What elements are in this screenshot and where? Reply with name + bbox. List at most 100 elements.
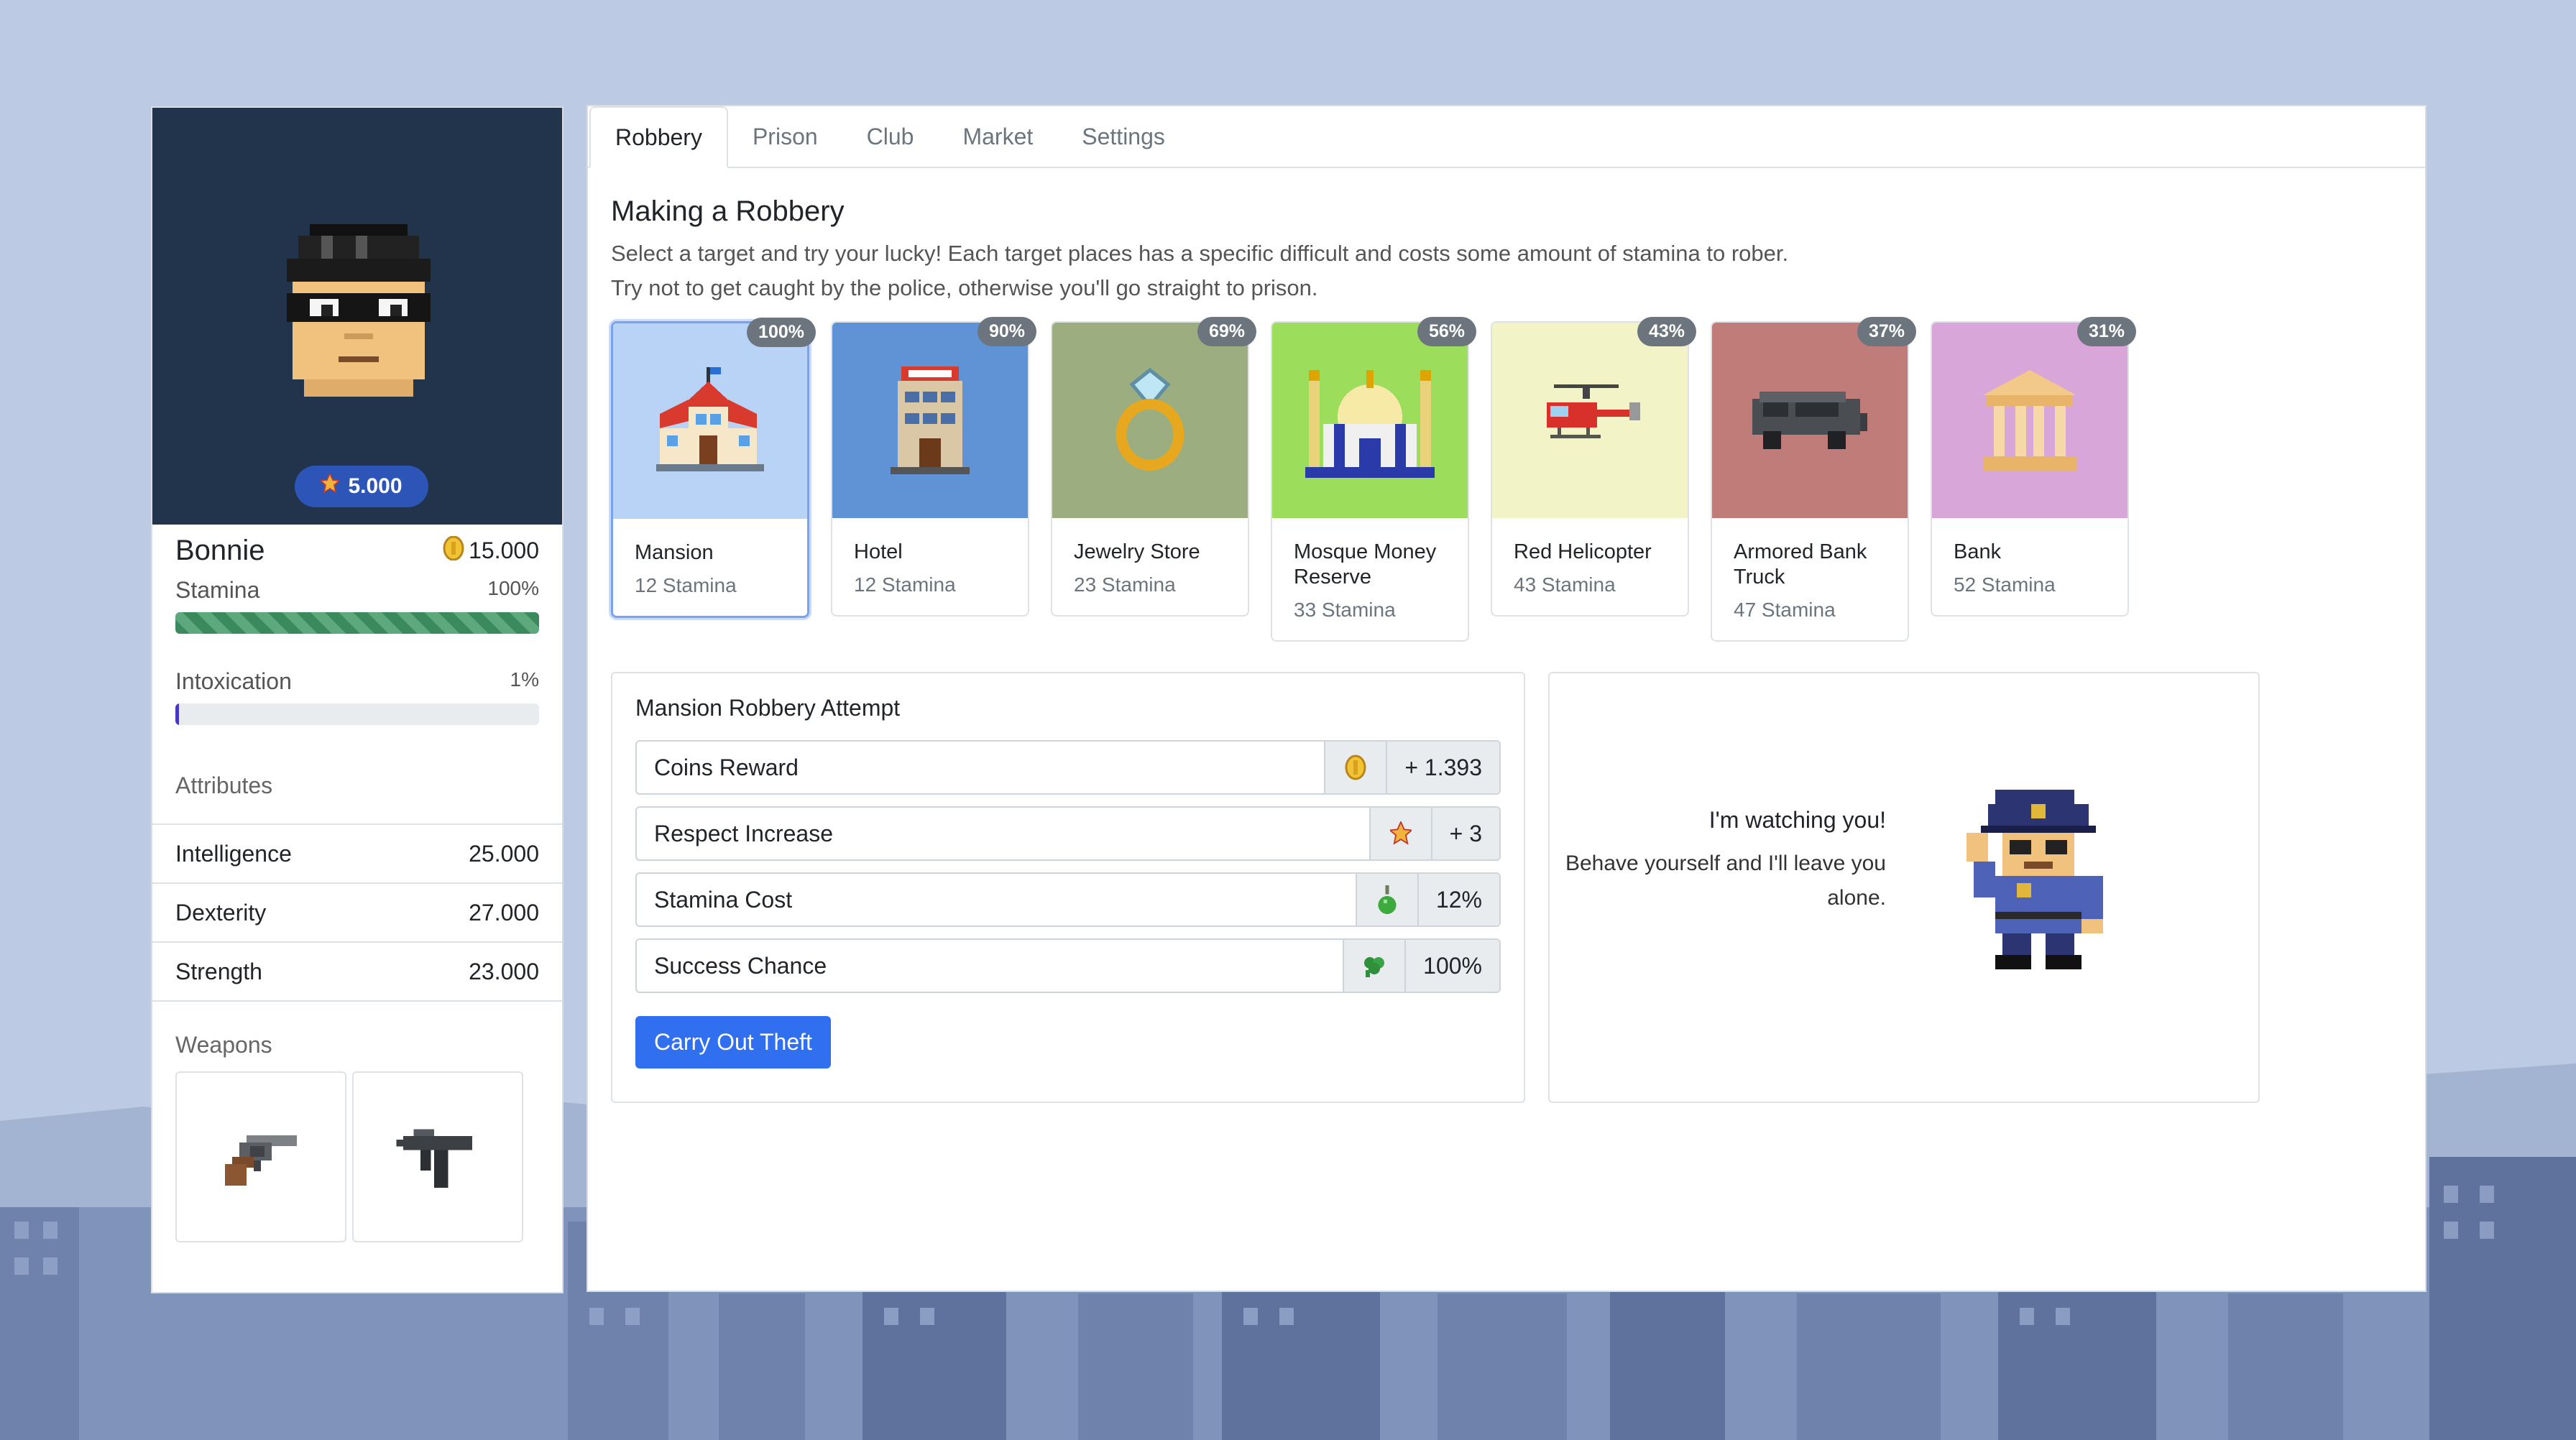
- mosque-icon: [1305, 370, 1435, 478]
- target-card-jewelry-store[interactable]: Jewelry Store 23 Stamina 69%: [1051, 317, 1256, 617]
- target-stamina: 52 Stamina: [1954, 573, 2056, 596]
- coin-value: 15.000: [469, 537, 539, 563]
- target-card-bank[interactable]: Bank 52 Stamina 31%: [1931, 317, 2136, 617]
- target-stamina: 12 Stamina: [635, 574, 737, 596]
- target-image: [1272, 323, 1468, 518]
- stamina-value: 100%: [487, 577, 539, 599]
- tab-robbery[interactable]: Robbery: [589, 106, 728, 168]
- target-image: [1712, 323, 1908, 518]
- weapon-slot-revolver[interactable]: [175, 1071, 346, 1242]
- target-name: Mosque Money Reserve: [1294, 540, 1437, 589]
- intoxication-bar: [175, 703, 539, 725]
- row-value: + 1.393: [1386, 742, 1499, 793]
- tab-prison[interactable]: Prison: [728, 106, 842, 167]
- page-title: Making a Robbery: [611, 195, 845, 227]
- attribute-dexterity: Dexterity 27.000: [152, 884, 562, 943]
- respect-increase-row: Respect Increase + 3: [635, 806, 1501, 861]
- row-value: 12%: [1417, 874, 1499, 926]
- ring-icon: [1116, 367, 1184, 471]
- target-card-armored-bank-truck[interactable]: Armored Bank Truck 47 Stamina 37%: [1711, 317, 1916, 642]
- success-chance-badge: 100%: [747, 318, 816, 347]
- player-portrait: 5.000: [152, 108, 562, 525]
- row-label: Respect Increase: [654, 820, 834, 846]
- success-chance-badge: 31%: [2076, 317, 2136, 346]
- stamina-bar-fill: [175, 612, 539, 634]
- police-warning-message: Behave yourself and I'll leave you alone…: [1565, 851, 1886, 910]
- tab-bar: Robbery Prison Club Market Settings: [588, 106, 2425, 168]
- target-card-hotel[interactable]: Hotel 12 Stamina 90%: [831, 317, 1036, 617]
- police-officer-icon: [1966, 790, 2103, 969]
- row-value: 100%: [1404, 940, 1499, 992]
- respect-icon: [319, 472, 341, 499]
- attribute-label: Dexterity: [175, 899, 267, 926]
- stamina-label: Stamina: [175, 577, 260, 603]
- success-chance-badge: 43%: [1637, 317, 1696, 346]
- respect-icon: [1389, 821, 1412, 845]
- target-name: Jewelry Store: [1074, 540, 1200, 563]
- uzi-icon: [396, 1129, 472, 1189]
- target-name: Bank: [1954, 540, 2002, 563]
- target-card-red-helicopter[interactable]: Red Helicopter 43 Stamina 43%: [1491, 317, 1696, 617]
- tab-settings[interactable]: Settings: [1057, 106, 1190, 167]
- intoxication-value: 1%: [510, 668, 539, 691]
- success-chance-badge: 56%: [1417, 317, 1476, 346]
- player-panel: 5.000 Bonnie 15.000 Stamina 100% Intoxic…: [151, 106, 564, 1293]
- page-description: Select a target and try your lucky! Each…: [611, 236, 2402, 305]
- coin-icon: [1345, 754, 1366, 780]
- stamina-bar: [175, 612, 539, 634]
- attribute-value: 25.000: [469, 840, 539, 867]
- police-warning-panel: I'm watching you! Behave yourself and I'…: [1548, 672, 2260, 1103]
- attribute-value: 27.000: [469, 899, 539, 926]
- target-stamina: 33 Stamina: [1294, 599, 1396, 621]
- target-name: Armored Bank Truck: [1734, 540, 1867, 589]
- robber-avatar-icon: [287, 224, 431, 397]
- tab-club[interactable]: Club: [842, 106, 939, 167]
- target-card-mosque-money-reserve[interactable]: Mosque Money Reserve 33 Stamina 56%: [1271, 317, 1476, 642]
- potion-icon: [1378, 885, 1397, 914]
- respect-value: 5.000: [348, 474, 402, 498]
- attribute-intelligence: Intelligence 25.000: [152, 825, 562, 884]
- player-name: Bonnie: [175, 535, 265, 566]
- tab-market[interactable]: Market: [938, 106, 1057, 167]
- coin-icon: [443, 535, 464, 566]
- target-stamina: 23 Stamina: [1074, 573, 1176, 596]
- respect-badge: 5.000: [295, 466, 428, 507]
- main-panel: Robbery Prison Club Market Settings Maki…: [586, 105, 2426, 1292]
- target-image: [1052, 323, 1248, 518]
- robbery-attempt-panel: Mansion Robbery Attempt Coins Reward + 1…: [611, 672, 1525, 1103]
- row-value: + 3: [1430, 808, 1499, 859]
- target-list: Mansion 12 Stamina 100% Hotel 12 Stamina…: [611, 317, 2402, 642]
- success-chance-badge: 37%: [1857, 317, 1916, 346]
- weapons-title: Weapons: [175, 1032, 272, 1058]
- target-stamina: 12 Stamina: [854, 573, 956, 596]
- target-image: [613, 323, 807, 519]
- carry-out-theft-button[interactable]: Carry Out Theft: [635, 1016, 831, 1069]
- success-chance-badge: 69%: [1197, 317, 1256, 346]
- attributes-title: Attributes: [175, 772, 273, 798]
- bank-icon: [1983, 370, 2076, 471]
- target-name: Red Helicopter: [1514, 540, 1652, 563]
- target-name: Hotel: [854, 540, 903, 563]
- target-image: [1932, 323, 2128, 518]
- attribute-label: Intelligence: [175, 840, 292, 867]
- revolver-icon: [225, 1135, 297, 1186]
- target-card-mansion[interactable]: Mansion 12 Stamina 100%: [611, 318, 816, 618]
- attempt-title: Mansion Robbery Attempt: [635, 695, 901, 721]
- success-chance-badge: 90%: [977, 317, 1036, 346]
- intoxication-label: Intoxication: [175, 668, 292, 694]
- row-label: Stamina Cost: [654, 886, 793, 913]
- weapons-list: [152, 1071, 562, 1242]
- stamina-cost-row: Stamina Cost 12%: [635, 872, 1501, 927]
- intoxication-bar-fill: [175, 703, 180, 725]
- target-stamina: 47 Stamina: [1734, 599, 1836, 621]
- target-image: [832, 323, 1028, 518]
- attribute-label: Strength: [175, 958, 262, 984]
- attributes-list: Intelligence 25.000 Dexterity 27.000 Str…: [152, 823, 562, 1002]
- weapon-slot-uzi[interactable]: [352, 1071, 523, 1242]
- truck-icon: [1752, 392, 1867, 449]
- coin-balance: 15.000: [443, 535, 539, 566]
- attribute-value: 23.000: [469, 958, 539, 984]
- mansion-icon: [656, 367, 764, 471]
- hotel-icon: [891, 366, 970, 474]
- target-stamina: 43 Stamina: [1514, 573, 1616, 596]
